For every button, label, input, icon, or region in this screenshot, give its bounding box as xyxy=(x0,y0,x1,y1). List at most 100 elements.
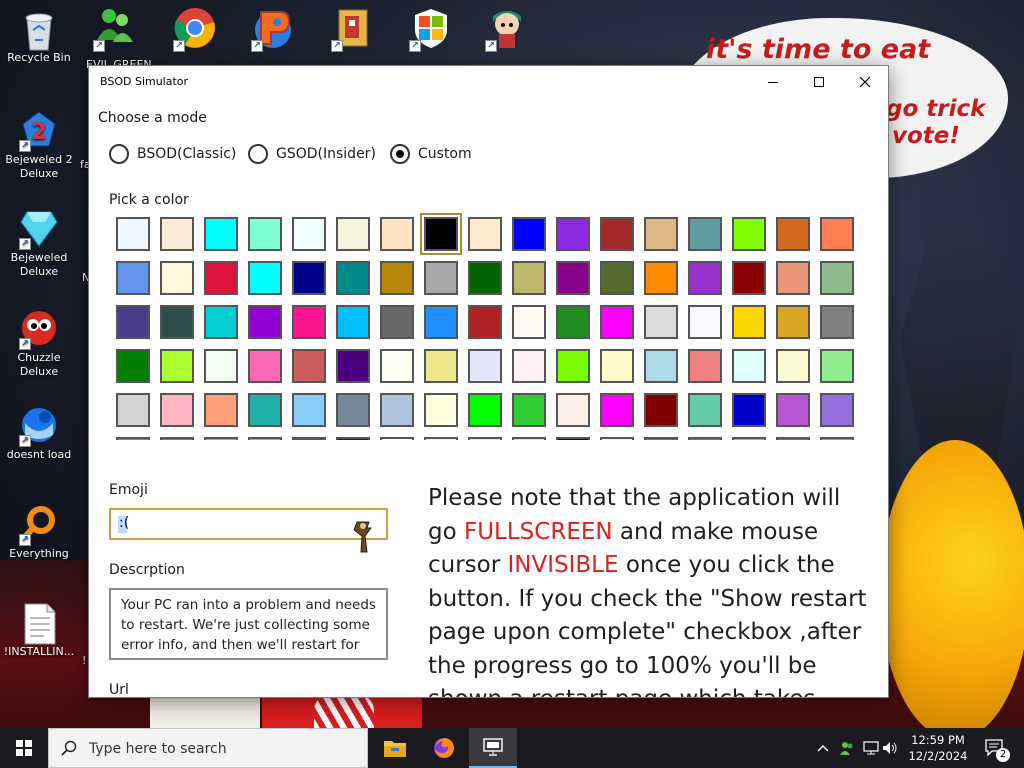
color-swatch[interactable] xyxy=(199,212,243,256)
color-swatch[interactable] xyxy=(507,256,551,300)
action-center-button[interactable]: 2 xyxy=(980,728,1010,768)
color-swatch[interactable] xyxy=(419,344,463,388)
color-swatch[interactable] xyxy=(243,344,287,388)
color-swatch[interactable] xyxy=(815,344,859,388)
color-swatch[interactable] xyxy=(287,256,331,300)
desktop-icon-msn[interactable]: ↗ xyxy=(88,6,142,56)
color-swatch[interactable] xyxy=(771,344,815,388)
color-swatch[interactable] xyxy=(375,300,419,344)
color-swatch[interactable] xyxy=(155,344,199,388)
color-swatch[interactable] xyxy=(683,344,727,388)
color-swatch[interactable] xyxy=(639,256,683,300)
desktop-icon-chrome[interactable]: ↗ xyxy=(168,6,222,56)
color-swatch[interactable] xyxy=(595,212,639,256)
color-swatch[interactable] xyxy=(199,432,243,440)
desktop-icon-windows-update[interactable]: ↗ xyxy=(404,6,458,56)
desktop-icon-thunderbird[interactable]: ↗ doesnt load xyxy=(0,405,78,462)
color-swatch[interactable] xyxy=(507,344,551,388)
color-swatch[interactable] xyxy=(683,212,727,256)
color-swatch[interactable] xyxy=(639,212,683,256)
title-bar[interactable]: BSOD Simulator xyxy=(89,66,888,98)
radio-bsod-classic[interactable]: BSOD(Classic) xyxy=(109,144,236,164)
color-swatch[interactable] xyxy=(463,432,507,440)
desktop-icon-folder-app[interactable]: ↗ xyxy=(326,6,380,56)
color-swatch[interactable] xyxy=(419,388,463,432)
color-swatch[interactable] xyxy=(727,300,771,344)
color-swatch[interactable] xyxy=(551,256,595,300)
color-swatch[interactable] xyxy=(419,300,463,344)
desktop-icon-installing-file[interactable]: !INSTALLIN... xyxy=(0,602,78,659)
color-swatch[interactable] xyxy=(507,300,551,344)
color-swatch[interactable] xyxy=(287,212,331,256)
color-swatch[interactable] xyxy=(287,344,331,388)
color-swatch[interactable] xyxy=(375,388,419,432)
color-swatch[interactable] xyxy=(815,300,859,344)
taskbar-bsod-simulator[interactable] xyxy=(469,728,517,768)
color-swatch[interactable] xyxy=(199,388,243,432)
color-swatch[interactable] xyxy=(551,212,595,256)
desktop-icon-recycle-bin[interactable]: Recycle Bin xyxy=(0,8,78,65)
color-swatch[interactable] xyxy=(331,432,375,440)
color-swatch[interactable] xyxy=(419,432,463,440)
color-swatch[interactable] xyxy=(111,344,155,388)
color-swatch[interactable] xyxy=(331,388,375,432)
color-swatch[interactable] xyxy=(463,344,507,388)
color-swatch[interactable] xyxy=(155,212,199,256)
color-swatch[interactable] xyxy=(155,432,199,440)
color-swatch[interactable] xyxy=(683,388,727,432)
color-swatch[interactable] xyxy=(287,300,331,344)
color-swatch[interactable] xyxy=(551,388,595,432)
color-swatch[interactable] xyxy=(771,432,815,440)
color-swatch[interactable] xyxy=(507,388,551,432)
color-swatch[interactable] xyxy=(727,212,771,256)
color-swatch[interactable] xyxy=(287,388,331,432)
color-swatch[interactable] xyxy=(463,256,507,300)
color-swatch[interactable] xyxy=(111,432,155,440)
color-swatch[interactable] xyxy=(331,300,375,344)
color-swatch[interactable] xyxy=(683,432,727,440)
color-swatch[interactable] xyxy=(595,300,639,344)
color-swatch[interactable] xyxy=(287,432,331,440)
color-swatch[interactable] xyxy=(243,212,287,256)
show-hidden-icons-button[interactable] xyxy=(812,728,834,768)
taskbar-firefox[interactable] xyxy=(420,728,468,768)
color-swatch[interactable] xyxy=(375,212,419,256)
color-swatch[interactable] xyxy=(727,344,771,388)
color-swatch[interactable] xyxy=(595,388,639,432)
color-swatch[interactable] xyxy=(683,256,727,300)
taskbar-clock[interactable]: 12:59 PM 12/2/2024 xyxy=(900,732,976,764)
desktop-icon-bejeweled[interactable]: ↗ Bejeweled Deluxe xyxy=(0,208,78,279)
desktop-icon-peggle[interactable]: ↗ xyxy=(246,6,300,56)
color-swatch[interactable] xyxy=(243,256,287,300)
color-swatch[interactable] xyxy=(199,344,243,388)
color-swatch[interactable] xyxy=(727,388,771,432)
color-swatch[interactable] xyxy=(331,212,375,256)
color-swatch[interactable] xyxy=(507,212,551,256)
color-swatch[interactable] xyxy=(507,432,551,440)
color-swatch[interactable] xyxy=(639,344,683,388)
color-swatch[interactable] xyxy=(155,388,199,432)
close-button[interactable] xyxy=(842,66,888,98)
color-swatch[interactable] xyxy=(331,344,375,388)
color-swatch[interactable] xyxy=(463,212,507,256)
color-swatch[interactable] xyxy=(639,388,683,432)
color-swatch[interactable] xyxy=(639,300,683,344)
color-swatch[interactable] xyxy=(815,256,859,300)
color-swatch[interactable] xyxy=(375,432,419,440)
color-swatch[interactable] xyxy=(595,256,639,300)
tray-network-button[interactable] xyxy=(860,728,882,768)
minimize-button[interactable] xyxy=(750,66,796,98)
color-swatch[interactable] xyxy=(771,212,815,256)
emoji-input[interactable]: :( xyxy=(109,508,388,540)
radio-gsod-insider[interactable]: GSOD(Insider) xyxy=(248,144,376,164)
radio-custom[interactable]: Custom xyxy=(390,144,472,164)
color-swatch[interactable] xyxy=(463,300,507,344)
color-swatch[interactable] xyxy=(815,388,859,432)
description-textarea[interactable]: Your PC ran into a problem and needs to … xyxy=(109,588,388,660)
maximize-button[interactable] xyxy=(796,66,842,98)
color-swatch[interactable] xyxy=(199,300,243,344)
color-swatch[interactable] xyxy=(595,344,639,388)
taskbar-search-box[interactable]: Type here to search xyxy=(48,728,368,768)
tray-volume-button[interactable] xyxy=(880,728,900,768)
color-swatch[interactable] xyxy=(771,256,815,300)
